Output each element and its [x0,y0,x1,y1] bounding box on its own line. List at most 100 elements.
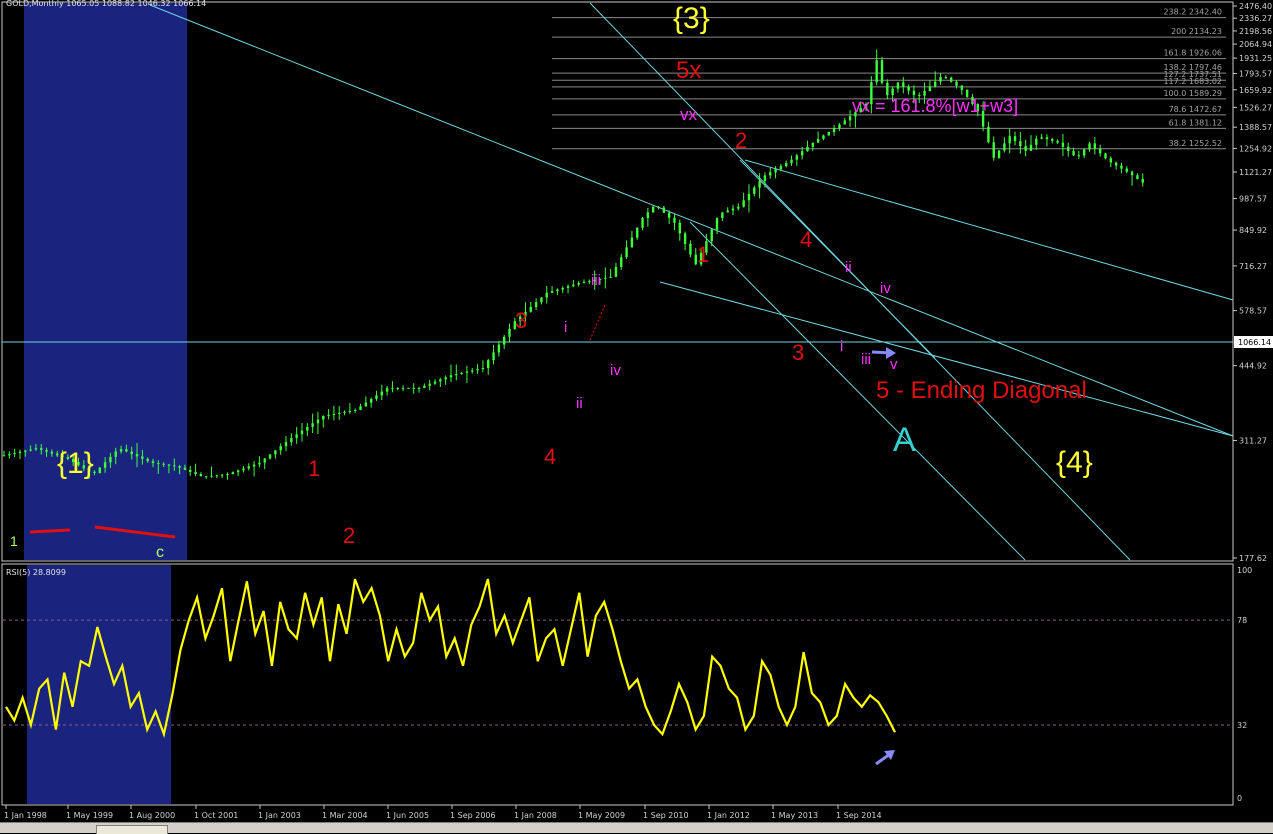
candle-body-208 [1109,158,1113,163]
candle-body-202 [1077,155,1081,157]
candle-body-103 [550,291,554,293]
candle-body-44 [236,470,240,473]
candle-body-148 [790,159,793,164]
price-tick-label-6: 1659.92 [1239,86,1272,95]
candle-body-120 [641,218,644,228]
wave-label-red-4-mid: 4 [544,444,556,469]
candle-body-86 [460,372,463,375]
candle-body-192 [1024,146,1027,151]
price-tick-label-10: 1121.27 [1239,168,1272,177]
candle-body-159 [848,116,852,121]
candle-body-22 [119,449,123,452]
candle-body-142 [758,181,761,188]
candle-body-80 [428,383,431,386]
candle-body-133 [710,229,713,242]
candle-body-83 [444,377,447,380]
candle-body-199 [1061,142,1065,147]
candle-body-100 [534,302,538,307]
wave-label-3-major: {3} [673,2,710,35]
candle-body-99 [529,306,532,312]
date-tick-label-1: 1 May 1999 [66,811,113,820]
candle-body-167 [891,88,894,95]
candle-body-141 [753,187,756,194]
candle-body-19 [103,462,107,468]
candle-body-153 [816,138,820,143]
candle-body-108 [577,283,580,285]
wave-label-red-1-top: 1 [697,242,709,267]
candle-body-92 [492,352,495,361]
fib-level-label-2: 161.8 1926.06 [1163,49,1222,58]
formula-label: vx = 161.8%[w1+w3] [852,96,1018,116]
wave-label-iii-mid: iii [591,272,601,289]
fib-level-label-7: 78.6 1472.67 [1169,105,1222,114]
wave-label-A: A [893,421,916,459]
candle-body-30 [162,463,165,465]
candle-body-27 [146,458,149,462]
candle-body-150 [800,151,804,156]
candle-body-154 [822,135,825,139]
candle-body-48 [258,462,261,465]
candle-body-61 [327,414,330,416]
candle-body-1 [8,454,11,456]
candle-body-6 [34,448,38,450]
fib-level-label-1: 200 2134.23 [1171,27,1222,36]
candle-body-18 [98,467,101,474]
candle-body-211 [1125,168,1128,172]
wave-label-i-right: i [840,338,843,355]
price-tick-label-1: 2336.27 [1239,14,1272,23]
candle-body-138 [737,206,740,209]
chart-tab[interactable] [96,825,168,834]
candle-body-28 [151,461,155,463]
candle-body-209 [1114,162,1118,166]
candle-body-54 [290,437,293,443]
fib-level-label-8: 61.8 1381.12 [1169,118,1222,127]
date-tick-label-10: 1 Sep 2010 [643,811,689,820]
candle-body-116 [620,257,623,267]
candle-body-89 [476,369,479,371]
candle-body-0 [2,455,6,457]
candle-body-68 [364,402,368,407]
chart-tab-bar [0,822,1273,834]
candle-body-137 [731,208,735,211]
candle-body-2 [13,452,16,455]
candle-body-158 [843,120,846,125]
date-tick-label-5: 1 Mar 2004 [322,811,368,820]
candle-body-210 [1120,165,1123,169]
candle-body-31 [167,464,171,466]
candle-body-109 [582,281,586,284]
candle-body-191 [1019,141,1022,147]
candle-body-214 [1141,178,1144,183]
candle-body-115 [614,266,618,277]
candle-body-193 [1029,144,1033,151]
candle-body-106 [566,286,570,288]
candle-body-33 [178,466,181,468]
price-tick-label-5: 1793.57 [1239,70,1272,79]
candle-body-73 [391,387,394,389]
candle-body-119 [636,227,639,238]
candle-body-165 [880,60,884,83]
price-tick-label-14: 578.57 [1239,307,1267,316]
candle-body-66 [353,410,357,412]
date-tick-label-9: 1 May 2009 [578,811,625,820]
rsi-tick-label-2: 32 [1237,721,1247,730]
candle-body-78 [417,387,421,389]
candle-body-164 [875,60,878,83]
candle-body-143 [763,175,767,182]
date-axis: 1 Jan 1998 1 May 1999 1 Aug 2000 1 Oct 2001… [4,805,882,820]
wave-label-red-4-top: 4 [800,227,812,252]
candle-body-59 [316,419,320,424]
candle-body-122 [651,206,655,213]
candle-body-63 [338,412,341,414]
price-tick-label-17: 177.62 [1239,554,1267,563]
candle-body-169 [902,82,905,87]
candle-body-26 [141,456,144,459]
candle-body-114 [609,276,612,278]
wave-label-v-right: v [890,356,898,373]
date-tick-label-7: 1 Sep 2006 [450,811,496,820]
chart-canvas: 238.2 2342.40200 2134.23161.8 1926.06138… [1,0,1273,820]
candle-body-171 [912,90,916,95]
candle-body-127 [678,222,681,234]
candle-body-62 [332,413,336,415]
candle-body-113 [604,277,607,279]
candle-body-64 [343,411,346,413]
